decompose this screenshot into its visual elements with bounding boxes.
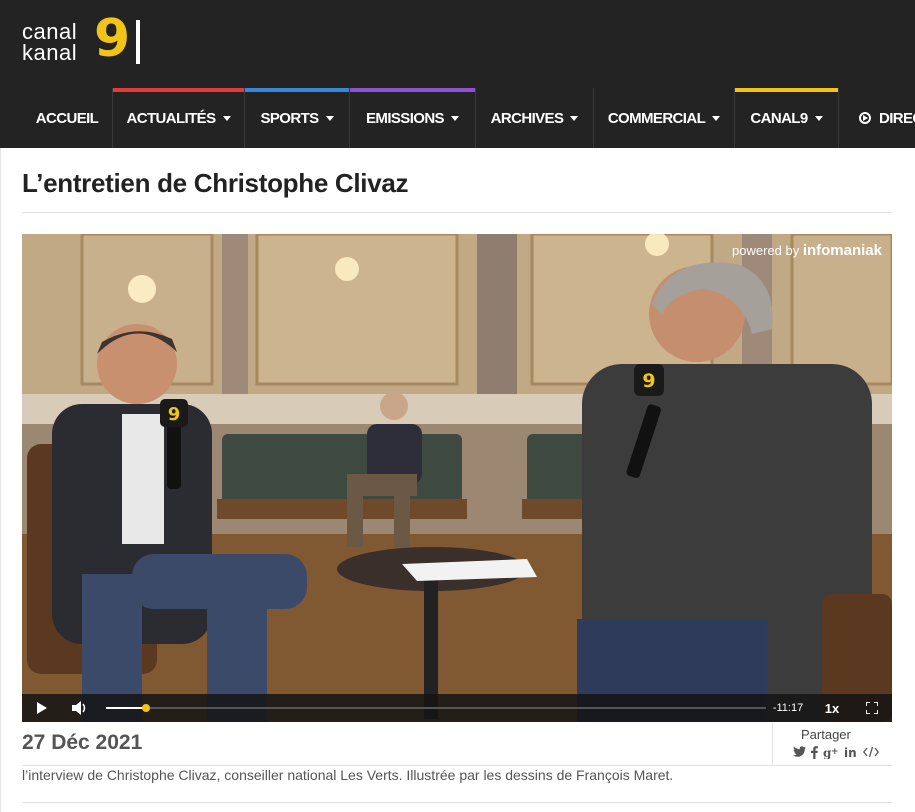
- twitter-icon[interactable]: [793, 746, 806, 758]
- site-header: canal kanal 9 ACCUEIL ACTUALITÉS SPORTS …: [0, 0, 915, 148]
- infomaniak-logo: infomaniak: [802, 242, 882, 259]
- logo-word-kanal: kanal: [22, 40, 78, 65]
- chevron-down-icon: [570, 115, 579, 121]
- video-frame: 9 9: [22, 234, 892, 722]
- main-navigation: ACCUEIL ACTUALITÉS SPORTS EMISSIONS ARCH…: [22, 88, 915, 148]
- svg-text:9: 9: [642, 370, 655, 392]
- nav-item-archives[interactable]: ARCHIVES: [476, 88, 594, 148]
- video-description: l’interview de Christophe Clivaz, consei…: [22, 767, 674, 783]
- time-remaining: -11:17: [772, 702, 804, 714]
- nav-item-label: CANAL9: [750, 109, 808, 127]
- nav-item-sports[interactable]: SPORTS: [245, 88, 350, 148]
- svg-text:9: 9: [168, 404, 181, 425]
- fullscreen-icon: [866, 702, 878, 714]
- share-label: Partager: [801, 727, 851, 742]
- play-icon: [37, 702, 47, 714]
- nav-item-label: SPORTS: [260, 109, 319, 127]
- publish-date: 27 Déc 2021: [22, 731, 143, 754]
- svg-text:+: +: [831, 747, 839, 757]
- svg-text:in: in: [844, 746, 857, 759]
- nav-accent-bar: [245, 88, 349, 92]
- logo-divider: [136, 20, 140, 64]
- nav-accent-bar: [594, 88, 734, 92]
- embed-icon[interactable]: [863, 746, 879, 758]
- nav-accent-bar: [735, 88, 838, 92]
- nav-item-label: ACTUALITÉS: [126, 109, 217, 127]
- nav-item-label: DIREC: [879, 109, 915, 127]
- page-title: L’entretien de Christophe Clivaz: [22, 168, 409, 198]
- nav-item-direct[interactable]: DIREC: [839, 88, 915, 148]
- description-divider: [22, 765, 892, 766]
- canal9-logo[interactable]: canal kanal 9: [22, 9, 152, 70]
- nav-item-canal9[interactable]: CANAL9: [735, 88, 839, 148]
- nav-accent-bar: [113, 88, 244, 92]
- nav-item-label: EMISSIONS: [366, 109, 445, 127]
- nav-item-label: ACCUEIL: [35, 109, 99, 127]
- chevron-down-icon: [222, 115, 231, 121]
- chevron-down-icon: [325, 115, 334, 121]
- playback-speed-button[interactable]: 1x: [818, 694, 846, 722]
- video-player[interactable]: 9 9 powered by infomaniak -11:17 1x: [22, 234, 892, 722]
- progress-fill: [106, 707, 146, 709]
- volume-button[interactable]: [68, 694, 92, 722]
- nav-item-label: ARCHIVES: [490, 109, 564, 127]
- nav-item-actualites[interactable]: ACTUALITÉS: [113, 88, 245, 148]
- volume-icon: [72, 701, 86, 715]
- powered-by-label: powered by infomaniak: [732, 242, 882, 259]
- nav-accent-bar: [22, 88, 112, 92]
- nav-item-label: COMMERCIAL: [607, 109, 706, 127]
- nav-item-commercial[interactable]: COMMERCIAL: [594, 88, 735, 148]
- share-icons: g + in: [793, 744, 879, 760]
- nav-item-accueil[interactable]: ACCUEIL: [22, 88, 113, 148]
- chevron-down-icon: [450, 115, 459, 121]
- nav-accent-bar: [476, 88, 593, 92]
- bottom-divider: [22, 802, 892, 803]
- play-circle-icon: [859, 112, 871, 124]
- linkedin-icon[interactable]: in: [844, 746, 858, 759]
- chevron-down-icon: [814, 115, 823, 121]
- fullscreen-button[interactable]: [860, 694, 884, 722]
- progress-bar[interactable]: [106, 704, 766, 712]
- nav-item-emissions[interactable]: EMISSIONS: [350, 88, 476, 148]
- play-button[interactable]: [30, 694, 54, 722]
- google-plus-icon[interactable]: g +: [823, 746, 839, 759]
- progress-handle[interactable]: [141, 704, 150, 712]
- logo-number: 9: [94, 9, 131, 69]
- nav-accent-bar: [350, 88, 475, 92]
- title-divider: [22, 212, 892, 213]
- page-left-border: [0, 148, 1, 812]
- share-box: Partager g + in: [772, 723, 892, 765]
- powered-by-prefix: powered by: [731, 243, 803, 258]
- facebook-icon[interactable]: [811, 745, 818, 759]
- player-controls: -11:17 1x: [22, 694, 892, 722]
- chevron-down-icon: [712, 115, 721, 121]
